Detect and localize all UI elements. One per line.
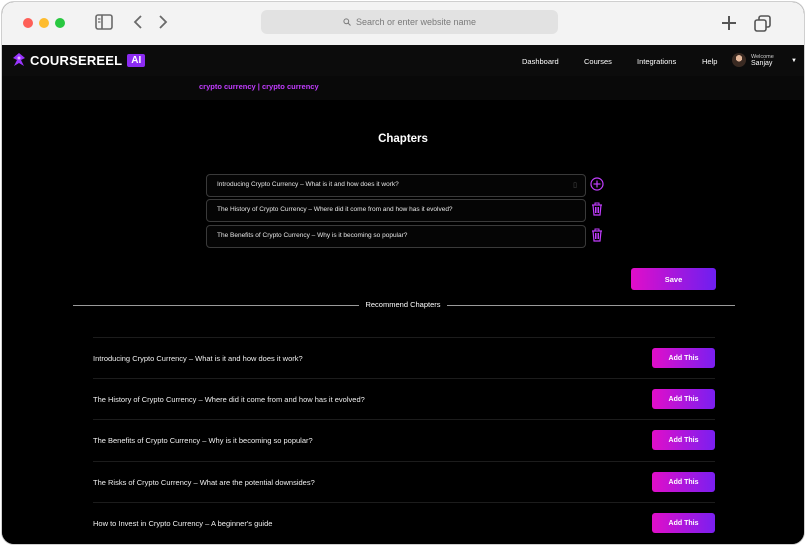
logo-text: COURSEREEL <box>30 52 123 68</box>
recommended-chapter-text: How to Invest in Crypto Currency – A beg… <box>93 519 273 528</box>
nav-link-integrations[interactable]: Integrations <box>637 57 676 66</box>
logo[interactable]: COURSEREEL AI <box>11 52 146 68</box>
breadcrumb-bar <box>2 76 804 100</box>
recommended-chapter-text: The Benefits of Crypto Currency – Why is… <box>93 436 313 445</box>
browser-titlebar: Search or enter website name <box>2 2 804 45</box>
list-item: The Benefits of Crypto Currency – Why is… <box>93 419 715 461</box>
browser-window: Search or enter website name COURSEREEL … <box>2 2 804 544</box>
add-this-button[interactable]: Add This <box>652 472 715 492</box>
add-this-button[interactable]: Add This <box>652 430 715 450</box>
breadcrumb[interactable]: crypto currency | crypto currency <box>199 82 319 91</box>
chapter-text: Introducing Crypto Currency – What is it… <box>217 181 399 188</box>
nav-link-dashboard[interactable]: Dashboard <box>522 57 559 66</box>
list-item: Introducing Crypto Currency – What is it… <box>93 337 715 379</box>
recommend-chapters-heading: Recommend Chapters <box>2 300 804 309</box>
chapter-input-2[interactable]: The History of Crypto Currency – Where d… <box>206 199 586 222</box>
recommended-chapter-text: The History of Crypto Currency – Where d… <box>93 395 365 404</box>
recommended-chapter-text: Introducing Crypto Currency – What is it… <box>93 354 303 363</box>
logo-icon <box>13 53 25 66</box>
logo-badge: AI <box>127 53 146 67</box>
new-tab-icon[interactable] <box>721 15 737 34</box>
minimize-window-button[interactable] <box>39 18 49 28</box>
trash-icon[interactable] <box>590 228 604 242</box>
chevron-down-icon[interactable]: ▼ <box>791 58 797 64</box>
page-title: Chapters <box>378 133 428 145</box>
chapter-input-1[interactable]: Introducing Crypto Currency – What is it… <box>206 174 586 197</box>
maximize-window-button[interactable] <box>55 18 65 28</box>
app-content: COURSEREEL AI Dashboard Courses Integrat… <box>2 45 804 544</box>
save-button[interactable]: Save <box>631 268 716 290</box>
nav-link-help[interactable]: Help <box>702 57 717 66</box>
forward-icon[interactable] <box>158 14 168 33</box>
recommended-chapter-text: The Risks of Crypto Currency – What are … <box>93 478 315 487</box>
nav-link-courses[interactable]: Courses <box>584 57 612 66</box>
list-item: The Risks of Crypto Currency – What are … <box>93 461 715 503</box>
document-icon: ▯ <box>573 182 577 189</box>
add-this-button[interactable]: Add This <box>652 389 715 409</box>
address-placeholder: Search or enter website name <box>355 17 477 27</box>
trash-icon[interactable] <box>590 202 604 216</box>
avatar[interactable] <box>732 53 746 67</box>
top-navbar: COURSEREEL AI Dashboard Courses Integrat… <box>2 45 804 76</box>
add-this-button[interactable]: Add This <box>652 348 715 368</box>
chapter-text: The History of Crypto Currency – Where d… <box>217 206 453 213</box>
chapter-input-3[interactable]: The Benefits of Crypto Currency – Why is… <box>206 225 586 248</box>
tab-overview-icon[interactable] <box>754 15 771 35</box>
add-this-button[interactable]: Add This <box>652 513 715 533</box>
add-circle-icon[interactable] <box>590 177 604 191</box>
user-name[interactable]: Sanjay <box>751 60 772 67</box>
list-item: The History of Crypto Currency – Where d… <box>93 378 715 420</box>
sidebar-toggle-icon[interactable] <box>95 14 113 33</box>
recommend-chapters-label: Recommend Chapters <box>359 300 447 309</box>
chapter-text: The Benefits of Crypto Currency – Why is… <box>217 232 408 239</box>
list-item: How to Invest in Crypto Currency – A beg… <box>93 502 715 544</box>
address-bar[interactable]: Search or enter website name <box>261 10 558 34</box>
search-icon <box>343 18 351 26</box>
back-icon[interactable] <box>133 14 143 33</box>
close-window-button[interactable] <box>23 18 33 28</box>
